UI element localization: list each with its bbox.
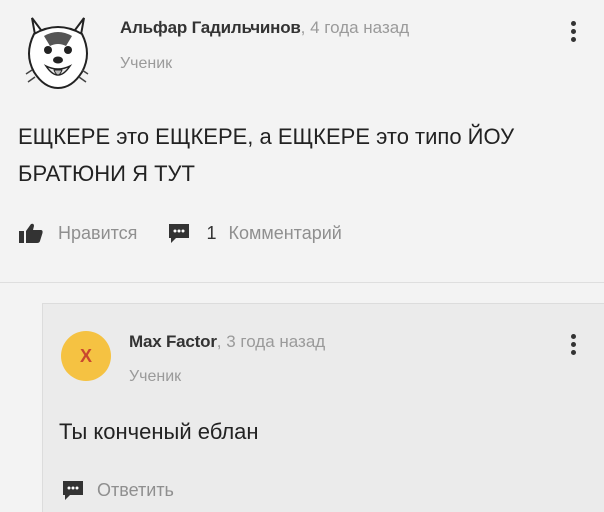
post-menu-icon[interactable] [563, 16, 583, 46]
comment-time: 3 года назад [226, 332, 326, 351]
post-time-separator: , [300, 18, 311, 37]
post-time: 4 года назад [310, 18, 410, 37]
comment-bubble-icon [169, 224, 190, 243]
comment: X Max Factor, 3 года назад Ученик Ты кон… [42, 303, 604, 512]
comment-count: 1 [206, 222, 217, 243]
post-header: Альфар Гадильчинов, 4 года назад [120, 18, 409, 38]
post-actions: Нравится 1 Комментарий [18, 222, 342, 244]
like-button[interactable]: Нравится [18, 222, 137, 244]
author-role: Ученик [120, 55, 173, 72]
comment-time-separator: , [216, 332, 227, 351]
comment-text: Ты конченый еблан [59, 419, 259, 444]
divider [0, 282, 604, 283]
commenter-role: Ученик [129, 368, 182, 385]
author-avatar[interactable] [22, 14, 94, 92]
comment-label: Комментарий [228, 222, 342, 243]
comment-header: Max Factor, 3 года назад [129, 332, 325, 352]
comment-bubble-icon [63, 481, 83, 500]
post: Альфар Гадильчинов, 4 года назад Ученик … [0, 0, 604, 282]
reply-label: Ответить [97, 479, 174, 500]
commenter-name[interactable]: Max Factor [129, 332, 217, 351]
husky-avatar-icon [25, 17, 89, 90]
reply-button[interactable]: Ответить [61, 479, 174, 501]
thumbs-up-icon [19, 223, 43, 243]
comments-button[interactable]: 1 Комментарий [167, 222, 342, 244]
comment-menu-icon[interactable] [563, 329, 583, 359]
commenter-avatar[interactable]: X [61, 331, 111, 381]
like-label: Нравится [58, 222, 138, 243]
post-text: ЕЩКЕРЕ это ЕЩКЕРЕ, а ЕЩКЕРЕ это типо ЙОУ… [18, 124, 515, 186]
author-name[interactable]: Альфар Гадильчинов [120, 18, 301, 37]
